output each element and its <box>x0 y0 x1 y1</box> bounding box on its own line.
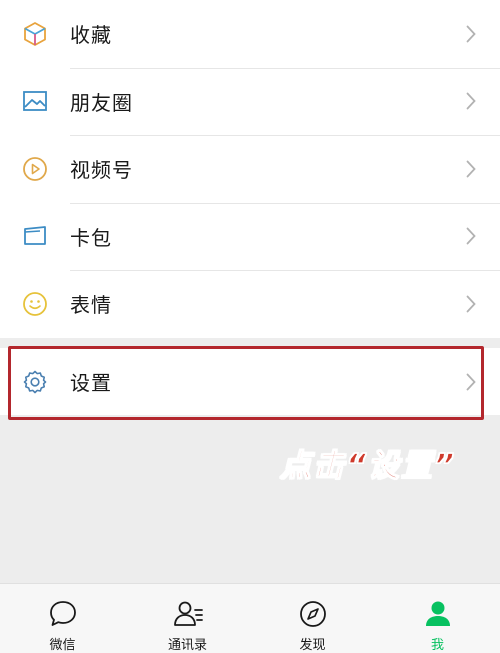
compass-icon <box>297 598 329 630</box>
tab-label: 通讯录 <box>167 638 207 653</box>
chevron-right-icon <box>466 227 476 245</box>
chat-bubble-icon <box>47 598 79 630</box>
tab-chats[interactable]: 微信 <box>0 584 125 653</box>
menu-item-card-wallet[interactable]: 卡包 <box>0 202 500 270</box>
menu-item-label: 视频号 <box>70 158 133 183</box>
tab-label: 我 <box>430 638 444 653</box>
tab-contacts[interactable]: 通讯录 <box>125 584 250 653</box>
menu-item-video-channel[interactable]: 视频号 <box>0 135 500 203</box>
tab-me[interactable]: 我 <box>375 584 500 653</box>
menu-item-moments[interactable]: 朋友圈 <box>0 67 500 135</box>
menu-item-label: 朋友圈 <box>70 90 133 115</box>
contacts-icon <box>172 598 204 630</box>
person-icon <box>422 598 454 630</box>
annotation-text: 点击“设置” <box>279 447 456 484</box>
menu-item-stickers[interactable]: 表情 <box>0 270 500 338</box>
tab-bar: 微信 通讯录 发现 我 <box>0 583 500 653</box>
video-channel-icon <box>22 156 48 182</box>
settings-highlight-box <box>8 346 484 420</box>
card-icon <box>22 223 48 249</box>
menu-item-label: 卡包 <box>70 225 112 250</box>
menu-item-favorites[interactable]: 收藏 <box>0 0 500 68</box>
menu-item-label: 表情 <box>70 293 112 318</box>
tab-discover[interactable]: 发现 <box>250 584 375 653</box>
tab-label: 微信 <box>49 638 76 653</box>
chevron-right-icon <box>466 92 476 110</box>
menu-group: 收藏 朋友圈 视频号 卡包 表情 <box>0 0 500 338</box>
menu-item-label: 收藏 <box>70 23 112 48</box>
chevron-right-icon <box>466 160 476 178</box>
cube-icon <box>22 21 48 47</box>
chevron-right-icon <box>466 25 476 43</box>
tab-label: 发现 <box>299 638 326 653</box>
image-icon <box>22 88 48 114</box>
smiley-icon <box>22 291 48 317</box>
chevron-right-icon <box>466 295 476 313</box>
